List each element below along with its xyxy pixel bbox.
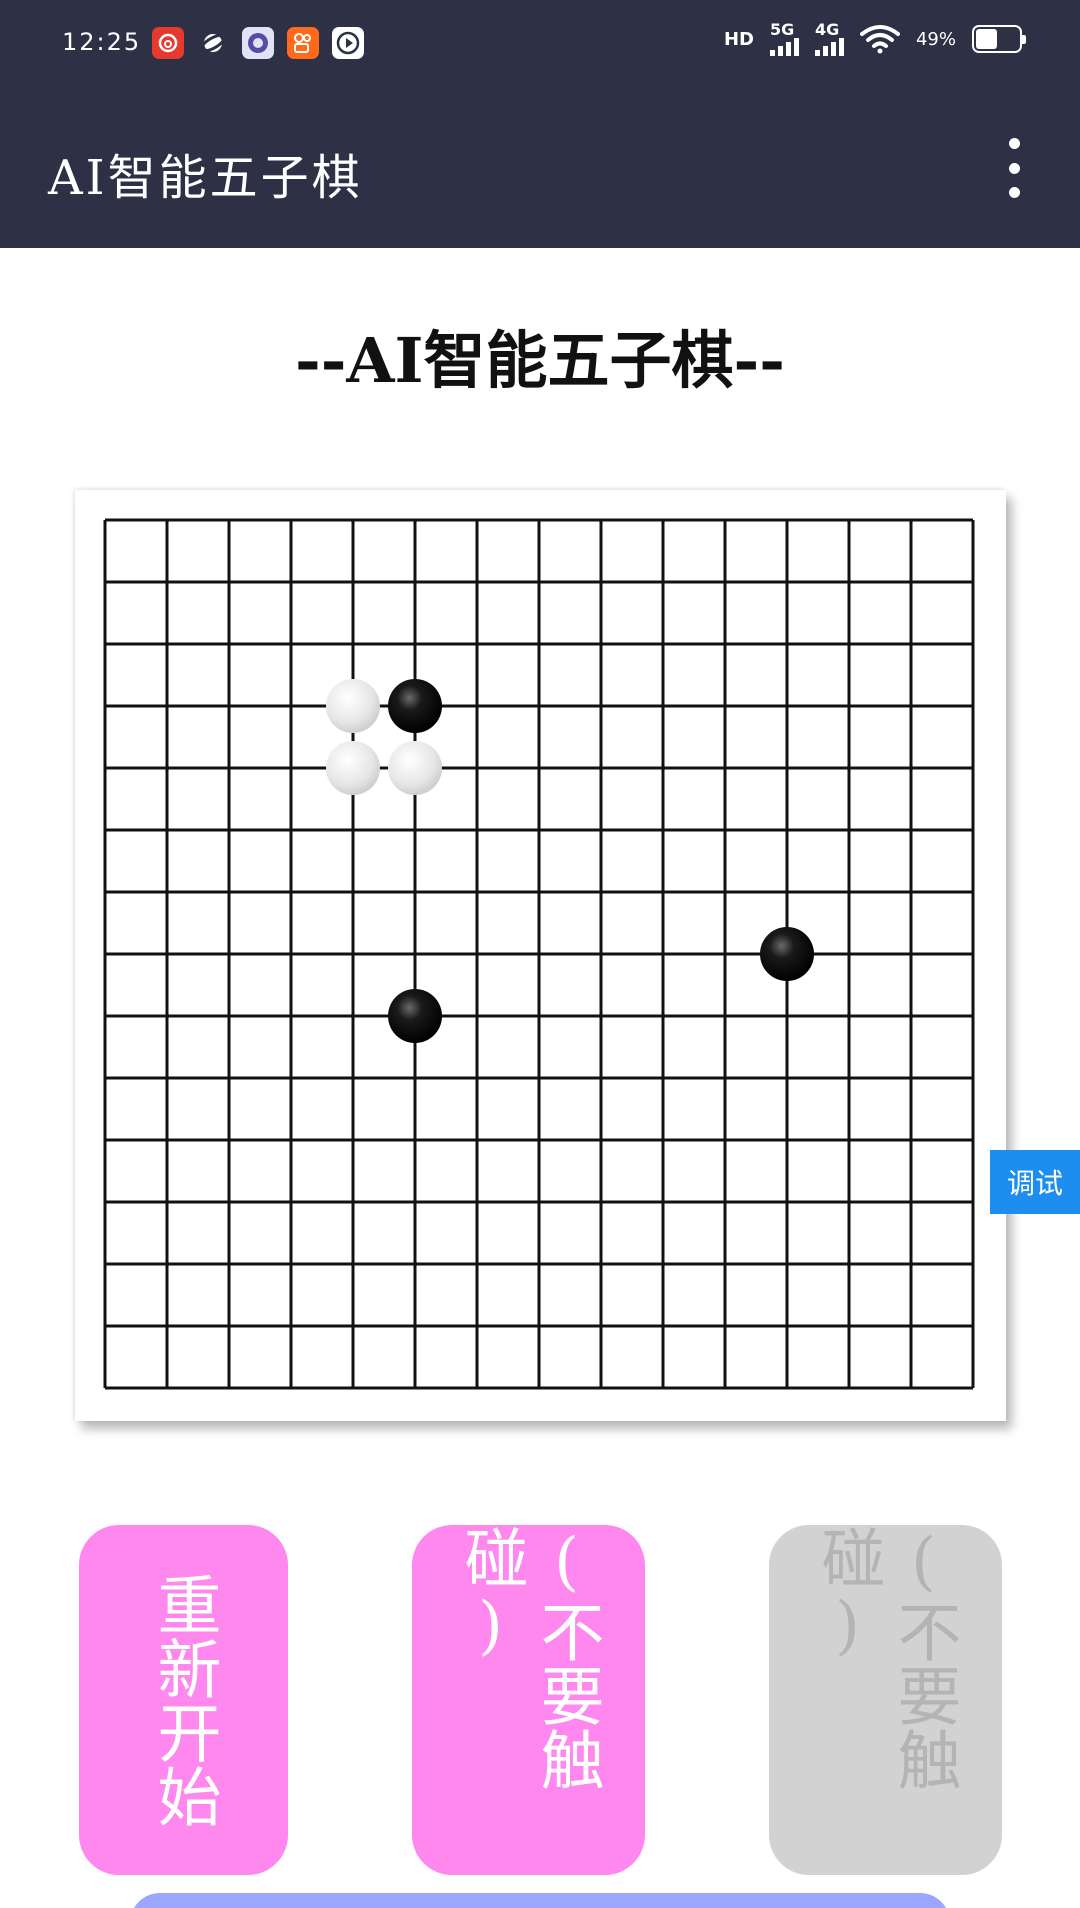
- battery-fill: [976, 29, 997, 49]
- board-grid[interactable]: [75, 490, 1006, 1421]
- status-time: 12:25: [62, 28, 142, 56]
- dont-touch-disabled-button[interactable]: (不要触碰): [769, 1525, 1002, 1875]
- video-play-icon: [332, 27, 364, 59]
- black-stone: [760, 927, 814, 981]
- top-bar: 12:25 HD 5G 4G 49% AI智能五子棋: [0, 0, 1080, 248]
- white-stone: [326, 679, 380, 733]
- dont-touch-button[interactable]: (不要触碰): [412, 1525, 645, 1875]
- planet-app-icon: [197, 27, 229, 59]
- netease-music-icon: [152, 27, 184, 59]
- white-stone: [326, 741, 380, 795]
- debug-tab[interactable]: 调试: [990, 1150, 1080, 1214]
- black-stone: [388, 679, 442, 733]
- signal-5g-label: 5G: [769, 20, 795, 39]
- signal-4g: 4G: [814, 20, 844, 56]
- app-title: AI智能五子棋: [48, 150, 363, 206]
- bottom-button-partial[interactable]: [130, 1893, 950, 1908]
- signal-bars-icon: [814, 38, 844, 56]
- more-vertical-icon[interactable]: [998, 138, 1030, 198]
- white-stone: [388, 741, 442, 795]
- status-bar: 12:25 HD 5G 4G 49%: [0, 0, 1080, 86]
- hd-indicator: HD: [723, 28, 754, 50]
- notification-icons: [152, 27, 364, 59]
- battery-icon: [972, 25, 1026, 53]
- black-stone: [388, 989, 442, 1043]
- page-heading: --AI智能五子棋--: [294, 324, 786, 397]
- battery-percent: 49%: [915, 28, 956, 50]
- university-badge-icon: [242, 27, 274, 59]
- restart-button-label: 重新开始: [146, 1572, 221, 1828]
- status-right: HD 5G 4G 49%: [723, 20, 1026, 56]
- dont-touch-button-label: (不要触碰): [453, 1525, 604, 1791]
- dont-touch-disabled-button-label: (不要触碰): [810, 1525, 961, 1791]
- signal-bars-icon: [769, 38, 799, 56]
- wifi-icon: [859, 25, 900, 54]
- signal-5g: 5G: [769, 20, 799, 56]
- signal-4g-label: 4G: [814, 20, 840, 39]
- gomoku-board[interactable]: [75, 490, 1006, 1421]
- kuaishou-icon: [287, 27, 319, 59]
- restart-button[interactable]: 重新开始: [79, 1525, 288, 1875]
